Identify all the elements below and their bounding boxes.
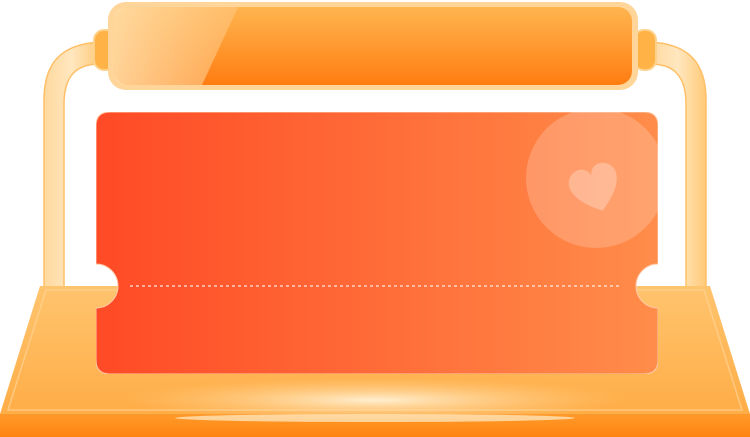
coupon-stage [0,0,750,437]
right-post [649,41,707,319]
left-post [43,41,101,319]
banner-title [130,26,616,66]
coupon-ticket[interactable] [96,112,658,374]
